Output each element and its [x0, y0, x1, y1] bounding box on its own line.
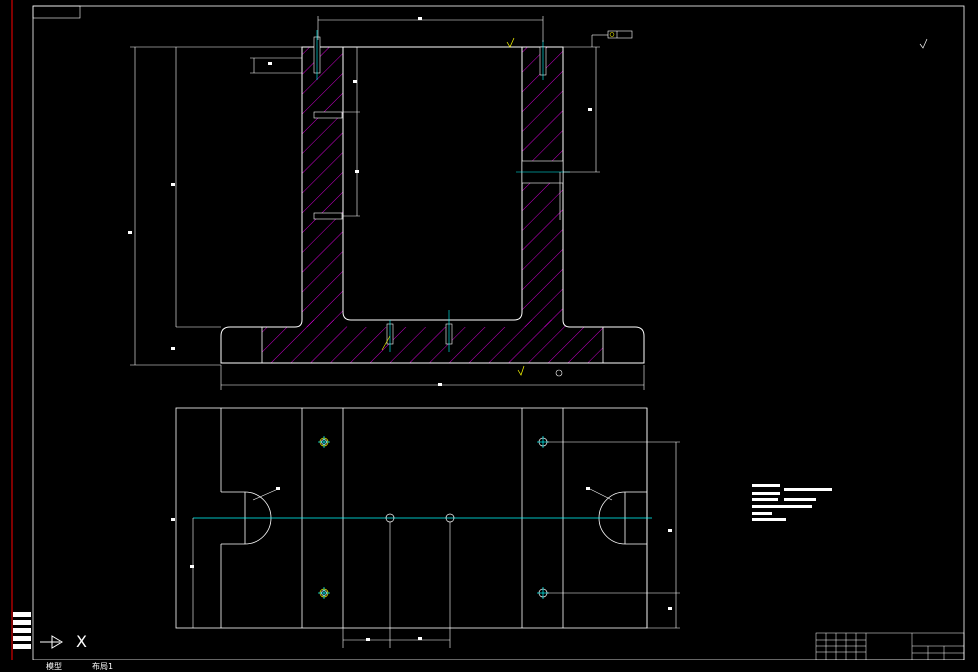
- flatness-symbol: [591, 30, 633, 47]
- roughness-mark-bottom: [517, 365, 525, 376]
- side-hole-1: [313, 111, 343, 119]
- ucs-icon: [40, 635, 63, 649]
- tab-model[interactable]: 模型: [46, 661, 62, 672]
- top-left-code-box: [32, 5, 81, 19]
- inner-cavity-outline: [342, 47, 523, 321]
- title-block: [815, 632, 965, 661]
- tab-layout1[interactable]: 布局1: [92, 661, 113, 672]
- layout-tabs-bar: [0, 660, 978, 670]
- part-outline: [220, 46, 645, 364]
- left-wall-hatch: [302, 47, 343, 327]
- plan-dim-text-marks: [171, 487, 672, 641]
- drawing-canvas[interactable]: [0, 0, 978, 670]
- base-hatch: [262, 320, 603, 363]
- datum-symbol: [555, 369, 563, 377]
- technical-notes: [752, 484, 832, 521]
- front-section-view: [220, 30, 645, 364]
- ucs-x-label: X: [76, 632, 87, 651]
- right-wall-hatch: [522, 47, 563, 327]
- left-strip-blocks: [13, 612, 31, 649]
- plan-view-dimensions: [192, 441, 680, 648]
- plan-holes: [318, 436, 549, 599]
- roughness-mark-general: [919, 38, 928, 49]
- side-hole-2: [313, 212, 343, 220]
- roughness-mark-top: [506, 37, 515, 48]
